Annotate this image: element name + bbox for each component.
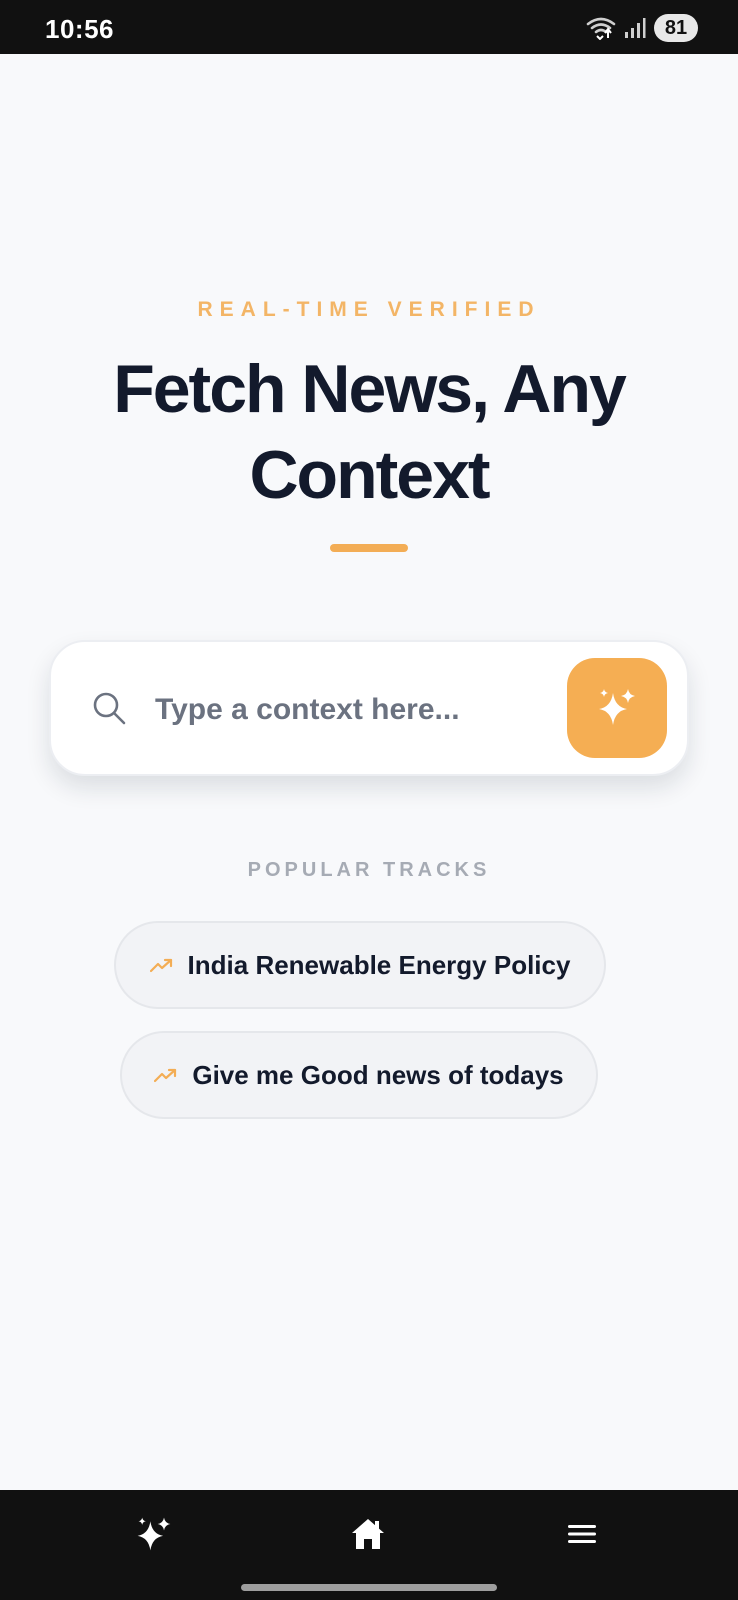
sparkles-icon [134, 1514, 174, 1559]
nav-home-button[interactable] [338, 1512, 398, 1560]
app-screen: 10:56 81 REAL-TIME VERIFIED Fetch News, … [0, 0, 738, 1600]
nav-ai-button[interactable] [124, 1512, 184, 1560]
trending-up-icon [149, 957, 174, 973]
sparkles-icon [595, 685, 639, 732]
menu-icon [567, 1523, 597, 1550]
search-icon [91, 690, 127, 731]
title-underline [330, 544, 408, 552]
home-indicator[interactable] [241, 1584, 497, 1591]
status-time: 10:56 [45, 14, 114, 44]
home-icon [350, 1517, 386, 1556]
track-chip-label: India Renewable Energy Policy [187, 949, 571, 980]
track-chip-india-renewable-energy[interactable]: India Renewable Energy Policy [114, 921, 606, 1009]
eyebrow-label: REAL-TIME VERIFIED [197, 298, 541, 321]
trending-up-icon [154, 1067, 178, 1083]
search-input[interactable] [155, 682, 535, 738]
battery-indicator: 81 [654, 14, 698, 42]
nav-menu-button[interactable] [552, 1512, 612, 1560]
status-bar: 10:56 81 [0, 0, 738, 54]
track-chip-good-news[interactable]: Give me Good news of todays [120, 1031, 598, 1119]
status-icons: 81 [586, 14, 698, 42]
signal-icon [624, 17, 646, 39]
track-chip-label: Give me Good news of todays [192, 1059, 564, 1090]
search-card [49, 640, 689, 776]
popular-tracks-heading: POPULAR TRACKS [247, 859, 491, 881]
generate-button[interactable] [567, 658, 667, 758]
page-title: Fetch News, Any Context [113, 351, 627, 513]
wifi-icon [586, 16, 616, 40]
